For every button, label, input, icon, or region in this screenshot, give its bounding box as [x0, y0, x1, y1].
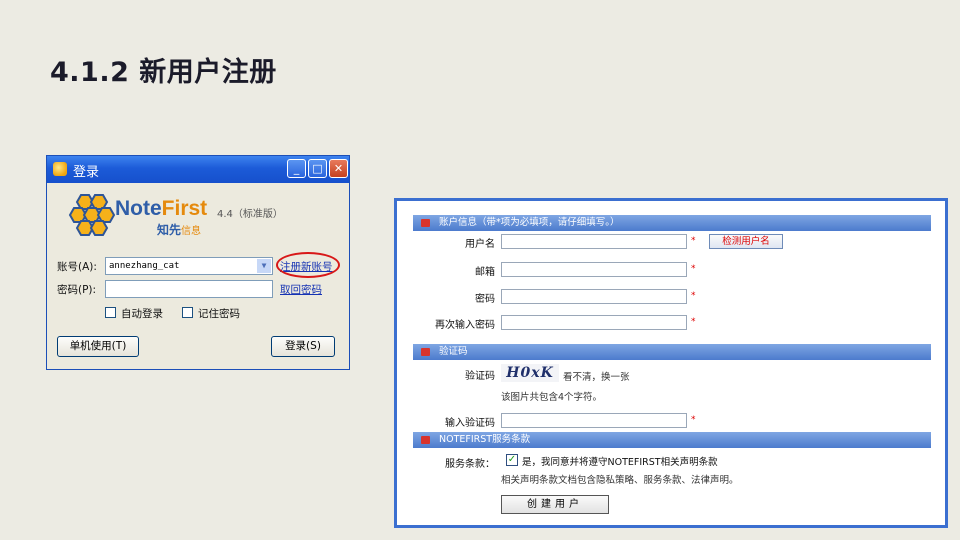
account-label: 账号(A): [57, 261, 97, 273]
logo-wordmark: NoteFirst [115, 197, 207, 221]
offline-use-button[interactable]: 单机使用(T) [57, 336, 139, 357]
email-input[interactable] [501, 262, 687, 277]
required-mark: * [691, 415, 696, 425]
logo-cn-b: 信息 [181, 226, 202, 237]
password-input[interactable] [501, 289, 687, 304]
login-titlebar[interactable]: 登录 _ □ ✕ [47, 156, 349, 183]
required-mark: * [691, 264, 696, 274]
check-username-button[interactable]: 检测用户名 [709, 234, 783, 249]
enter-captcha-label: 输入验证码 [445, 418, 495, 429]
captcha-note: 该图片共包含4个字符。 [501, 392, 603, 403]
remember-password-label: 记住密码 [198, 308, 240, 320]
required-mark: * [691, 236, 696, 246]
agree-terms-label: 是，我同意并将遵守NOTEFIRST相关声明条款 [522, 457, 718, 468]
app-icon [53, 162, 67, 176]
password-label: 密码(P): [57, 284, 97, 296]
terms-section-header: NOTEFIRST服务条款 [413, 432, 931, 448]
logo-note: Note [115, 197, 162, 220]
window-title: 登录 [73, 165, 100, 180]
email-label: 邮箱 [475, 267, 495, 278]
close-button[interactable]: ✕ [329, 159, 348, 178]
recover-password-link[interactable]: 取回密码 [280, 282, 322, 297]
chevron-down-icon[interactable]: ▼ [257, 259, 271, 273]
create-user-button[interactable]: 创建用户 [501, 495, 609, 514]
section-icon [421, 348, 430, 356]
account-value: annezhang_cat [109, 261, 180, 271]
highlight-oval [276, 252, 340, 278]
terms-section-title: NOTEFIRST服务条款 [439, 434, 531, 445]
notefirst-logo: NoteFirst 4.4（标准版） 知先信息 [47, 183, 349, 243]
terms-label: 服务条款： [445, 459, 495, 470]
required-mark: * [691, 291, 696, 301]
password-label: 密码 [475, 294, 495, 305]
auto-login-checkbox[interactable] [105, 307, 116, 318]
captcha-input[interactable] [501, 413, 687, 428]
registration-form: 账户信息（带*项为必填项，请仔细填写。） 用户名 * 检测用户名 邮箱 * 密码… [394, 198, 948, 528]
confirm-password-label: 再次输入密码 [435, 320, 495, 331]
logo-cn-a: 知先 [157, 223, 182, 237]
password-field[interactable] [105, 280, 273, 298]
slide-title: 4.1.2 新用户注册 [50, 57, 277, 88]
account-section-header: 账户信息（带*项为必填项，请仔细填写。） [413, 215, 931, 231]
auto-login-label: 自动登录 [121, 308, 163, 320]
logo-cn-name: 知先信息 [157, 221, 201, 238]
minimize-button[interactable]: _ [287, 159, 306, 178]
maximize-button[interactable]: □ [308, 159, 327, 178]
username-label: 用户名 [465, 239, 495, 250]
confirm-password-input[interactable] [501, 315, 687, 330]
captcha-section-header: 验证码 [413, 344, 931, 360]
login-window: 登录 _ □ ✕ NoteFirst 4.4（标准版） 知先信息 账号(A): … [46, 155, 350, 370]
captcha-image: H0xK [501, 364, 559, 382]
account-combobox[interactable]: annezhang_cat ▼ [105, 257, 273, 275]
terms-note: 相关声明条款文档包含隐私策略、服务条款、法律声明。 [501, 475, 739, 486]
captcha-refresh-link[interactable]: 看不清，换一张 [563, 369, 630, 383]
section-icon [421, 436, 430, 444]
account-section-title: 账户信息（带*项为必填项，请仔细填写。） [439, 217, 620, 228]
captcha-label: 验证码 [465, 371, 495, 382]
section-icon [421, 219, 430, 227]
remember-password-checkbox[interactable] [182, 307, 193, 318]
captcha-section-title: 验证码 [439, 346, 468, 357]
username-input[interactable] [501, 234, 687, 249]
login-button[interactable]: 登录(S) [271, 336, 335, 357]
honeycomb-logo-icon [68, 194, 115, 236]
version-label: 4.4（标准版） [217, 209, 283, 220]
logo-first: First [161, 197, 208, 220]
agree-terms-checkbox[interactable]: ✓ [506, 454, 518, 466]
required-mark: * [691, 317, 696, 327]
